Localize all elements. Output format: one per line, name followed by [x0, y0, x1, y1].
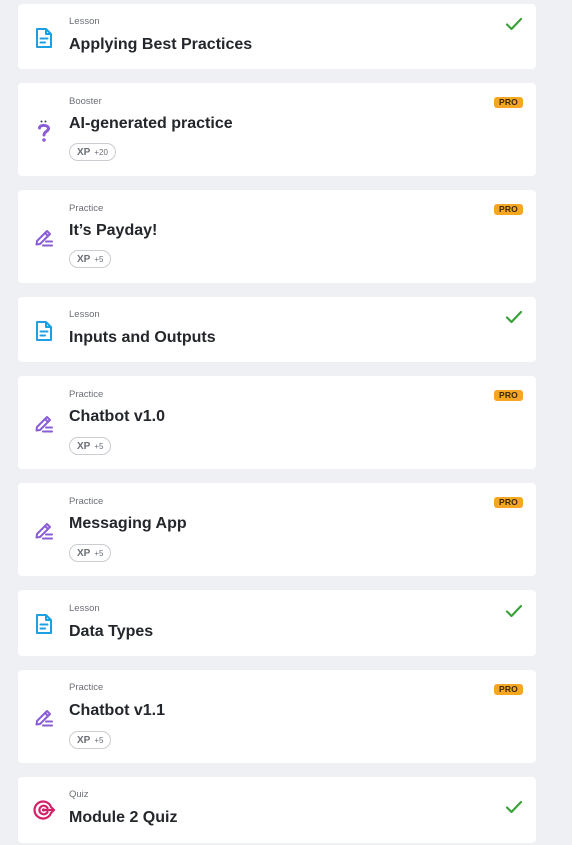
- xp-label: XP: [77, 547, 91, 559]
- xp-value: +5: [94, 254, 104, 264]
- pencil-icon: [32, 518, 56, 542]
- xp-badge: XP +5: [69, 731, 112, 749]
- list-item[interactable]: Practice Messaging App XP +5 PRO: [18, 483, 536, 576]
- xp-label: XP: [77, 146, 91, 158]
- xp-value: +5: [94, 548, 104, 558]
- lesson-icon: [32, 612, 56, 636]
- xp-badge: XP +5: [69, 250, 112, 268]
- list-item[interactable]: Lesson Data Types: [18, 590, 536, 656]
- list-item[interactable]: Booster AI-generated practice XP +20 PRO: [18, 83, 536, 176]
- lesson-icon: [32, 26, 56, 50]
- pencil-icon: [32, 225, 56, 249]
- item-type: Practice: [69, 203, 104, 214]
- check-icon: [505, 310, 523, 324]
- item-title: Applying Best Practices: [69, 36, 253, 53]
- check-icon: [505, 17, 523, 31]
- item-type: Lesson: [69, 16, 100, 27]
- pro-badge: PRO: [493, 97, 523, 108]
- pro-badge: PRO: [493, 497, 523, 508]
- xp-value: +5: [94, 441, 104, 451]
- check-icon: [505, 604, 523, 618]
- xp-label: XP: [77, 734, 91, 746]
- pencil-icon: [32, 705, 56, 729]
- xp-badge: XP +5: [69, 544, 112, 562]
- pro-badge: PRO: [493, 204, 523, 215]
- item-title: It’s Payday!: [69, 222, 158, 239]
- check-icon: [505, 800, 523, 814]
- list-item[interactable]: Practice Chatbot v1.0 XP +5 PRO: [18, 376, 536, 469]
- xp-label: XP: [77, 440, 91, 452]
- question-icon: [32, 119, 56, 143]
- pro-badge: PRO: [493, 390, 523, 401]
- item-type: Practice: [69, 682, 104, 693]
- list-item[interactable]: Practice It’s Payday! XP +5 PRO: [18, 190, 536, 283]
- item-title: Data Types: [69, 623, 154, 640]
- item-title: Inputs and Outputs: [69, 329, 216, 346]
- item-title: Module 2 Quiz: [69, 809, 178, 826]
- item-title: Messaging App: [69, 515, 187, 532]
- list-item[interactable]: Practice Chatbot v1.1 XP +5 PRO: [18, 670, 536, 763]
- item-type: Practice: [69, 389, 104, 400]
- list-item[interactable]: Lesson Inputs and Outputs: [18, 297, 536, 362]
- lesson-icon: [32, 319, 56, 343]
- xp-badge: XP +20: [69, 143, 116, 161]
- item-type: Lesson: [69, 603, 100, 614]
- xp-value: +5: [94, 735, 104, 745]
- pro-badge: PRO: [493, 684, 523, 695]
- xp-value: +20: [94, 147, 108, 157]
- item-type: Lesson: [69, 309, 100, 320]
- list-item[interactable]: Quiz Module 2 Quiz: [18, 777, 536, 843]
- item-title: Chatbot v1.1: [69, 702, 166, 719]
- item-type: Practice: [69, 496, 104, 507]
- xp-label: XP: [77, 253, 91, 265]
- item-type: Booster: [69, 96, 102, 107]
- list-item[interactable]: Lesson Applying Best Practices: [18, 4, 536, 69]
- pencil-icon: [32, 411, 56, 435]
- xp-badge: XP +5: [69, 437, 112, 455]
- item-type: Quiz: [69, 789, 89, 800]
- item-title: Chatbot v1.0: [69, 408, 166, 425]
- target-icon: [32, 798, 56, 822]
- item-title: AI-generated practice: [69, 115, 233, 132]
